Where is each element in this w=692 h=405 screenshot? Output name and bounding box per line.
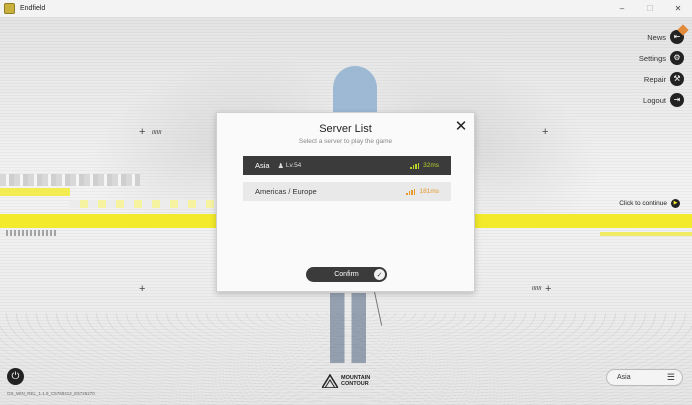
signal-icon — [406, 188, 416, 195]
crosshair-icon: + — [139, 283, 146, 295]
studio-logo: MOUNTAIN CONTOUR — [322, 374, 370, 388]
crosshair-icon: + — [542, 126, 549, 138]
region-selector[interactable]: Asia ☰ — [606, 369, 683, 386]
server-list-modal: Server List Select a server to play the … — [216, 112, 475, 292]
window-controls: – ☐ ✕ — [608, 0, 692, 17]
window-title: Endfield — [20, 5, 46, 12]
glitch-strip — [0, 188, 70, 196]
news-label: News — [647, 32, 666, 42]
floor-pattern — [0, 313, 692, 405]
version-label: OS_WIN_REL_1.1.9_C5769412_E5726270 — [7, 391, 95, 396]
window-close-button[interactable]: ✕ — [664, 0, 692, 17]
server-row-americas-europe[interactable]: Americas / Europe 181ms — [243, 182, 451, 201]
person-icon: ♟ — [277, 162, 284, 170]
glitch-strip — [600, 232, 692, 236]
maximize-button[interactable]: ☐ — [636, 0, 664, 17]
repair-button[interactable]: Repair ⚒ — [644, 72, 684, 86]
list-icon: ☰ — [666, 372, 675, 382]
minimize-button[interactable]: – — [608, 0, 636, 17]
region-label: Asia — [617, 374, 631, 381]
click-to-continue-label: Click to continue — [619, 199, 667, 207]
close-modal-button[interactable]: ✕ — [454, 119, 468, 134]
modal-subtitle: Select a server to play the game — [298, 138, 393, 145]
decor-tag: ////// — [532, 286, 542, 292]
news-icon: ⇤ — [670, 24, 689, 44]
confirm-label: Confirm — [334, 271, 359, 278]
crosshair-icon: + — [545, 283, 552, 295]
server-ping: 32ms — [410, 162, 439, 169]
server-row-asia[interactable]: Asia ♟ Lv.54 32ms — [243, 156, 451, 175]
server-name: Asia — [255, 161, 270, 170]
modal-title: Server List — [319, 123, 372, 135]
app-icon — [4, 3, 15, 14]
player-level: ♟ Lv.54 — [278, 162, 302, 170]
click-to-continue[interactable]: Click to continue ▶ — [619, 196, 680, 210]
decor-tag: ////// — [152, 130, 162, 136]
check-icon: ✓ — [374, 269, 385, 280]
logout-icon: ⇥ — [670, 93, 684, 107]
mountain-logo-icon — [322, 374, 338, 388]
logout-button[interactable]: Logout ⇥ — [643, 93, 684, 107]
yellow-band-left — [0, 214, 220, 228]
yellow-band-right — [475, 214, 692, 228]
logo-text: MOUNTAIN CONTOUR — [341, 375, 370, 387]
logo-line-2: CONTOUR — [341, 381, 369, 387]
power-button[interactable]: ⏻ — [7, 368, 24, 385]
repair-label: Repair — [643, 74, 666, 84]
wrench-icon: ⚒ — [670, 72, 684, 86]
crosshair-icon: + — [139, 126, 146, 138]
logout-label: Logout — [643, 95, 666, 105]
confirm-button[interactable]: Confirm ✓ — [306, 267, 387, 282]
power-icon: ⏻ — [11, 371, 20, 382]
play-icon: ▶ — [671, 198, 680, 208]
glitch-strip — [0, 174, 140, 186]
news-button[interactable]: News ⇤ — [647, 24, 689, 44]
settings-label: Settings — [638, 53, 666, 63]
player-level-text: Lv.54 — [285, 162, 302, 169]
glitch-strip — [6, 230, 56, 236]
side-menu: News ⇤ Settings ⚙ Repair ⚒ Logout ⇥ — [639, 24, 689, 107]
signal-icon — [410, 162, 420, 169]
ping-text: 181ms — [419, 188, 439, 195]
settings-button[interactable]: Settings ⚙ — [639, 51, 684, 65]
server-name: Americas / Europe — [255, 187, 317, 196]
glitch-strip — [70, 200, 220, 208]
server-ping: 181ms — [406, 188, 439, 195]
gear-icon: ⚙ — [670, 51, 684, 65]
window-titlebar: Endfield – ☐ ✕ — [0, 0, 692, 18]
ping-text: 32ms — [423, 162, 439, 169]
